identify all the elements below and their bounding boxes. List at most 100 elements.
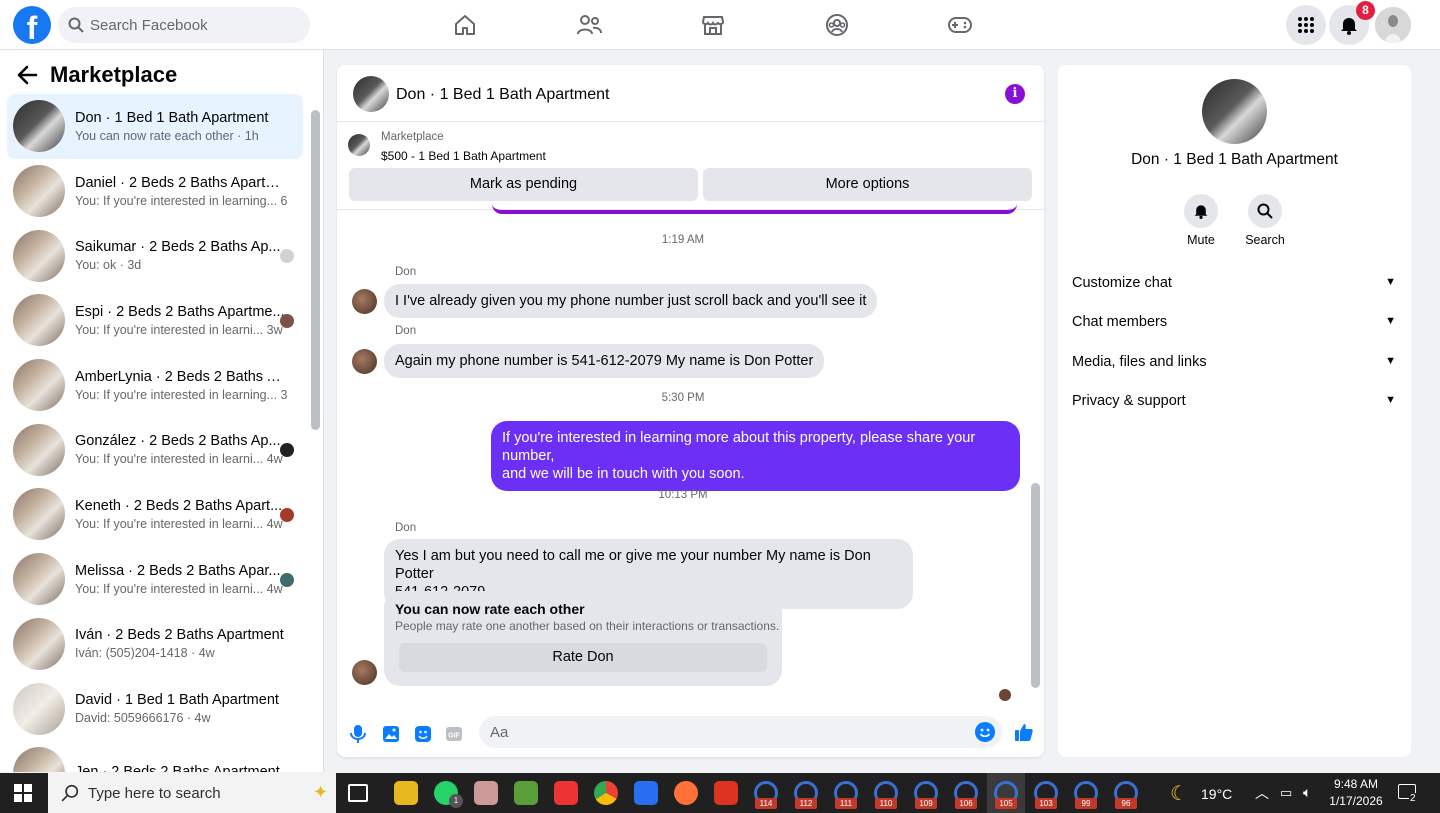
app-icon[interactable] (714, 781, 738, 805)
menu-grid-icon[interactable] (1286, 5, 1326, 45)
conversation-item[interactable]: Keneth · 2 Beds 2 Baths Apart... You: If … (7, 482, 303, 547)
file-explorer-icon[interactable] (394, 781, 418, 805)
shield-app-icon[interactable] (634, 781, 658, 805)
windows-start-icon[interactable] (14, 784, 32, 807)
section-label: Chat members (1072, 314, 1168, 330)
photo-icon[interactable] (380, 723, 402, 745)
conversation-preview: Iván: (505)204-1418 · 4w (75, 646, 215, 661)
profile-avatar[interactable] (1375, 7, 1411, 43)
gaming-icon[interactable] (943, 8, 977, 42)
seen-avatar (999, 689, 1011, 701)
chat-header: Don · 1 Bed 1 Bath Apartment i (337, 65, 1044, 122)
thumbs-up-icon[interactable] (1013, 721, 1035, 743)
sender-name: Don (395, 266, 417, 278)
conversation-item[interactable]: Don · 1 Bed 1 Bath Apartment You can now … (7, 94, 303, 159)
temperature[interactable]: 19°C (1201, 786, 1232, 802)
mark-as-pending-button[interactable]: Mark as pending (349, 168, 698, 201)
info-icon[interactable]: i (1005, 84, 1025, 104)
paint-icon[interactable] (474, 781, 498, 805)
marketplace-sidebar: Marketplace Don · 1 Bed 1 Bath Apartment… (0, 50, 324, 772)
listing-thumbnail (13, 294, 65, 347)
listing-avatar[interactable] (1202, 79, 1267, 144)
listing-thumbnail (13, 100, 65, 153)
chevron-down-icon: ▼ (1385, 276, 1396, 288)
mute-button[interactable]: Mute (1171, 194, 1231, 247)
window-count: 103 (1035, 798, 1057, 809)
conversation-name: Daniel · 2 Beds 2 Baths Apartme... (75, 174, 287, 191)
conversation-item[interactable]: Jen · 2 Beds 2 Baths Apartment (7, 741, 303, 772)
search-conversation-button[interactable]: Search (1235, 194, 1295, 247)
search-placeholder[interactable]: Search Facebook (90, 17, 208, 34)
conversation-item[interactable]: Iván · 2 Beds 2 Baths Apartment Iván: (50… (7, 612, 303, 677)
home-icon[interactable] (448, 8, 482, 42)
microphone-icon[interactable] (347, 723, 369, 745)
friends-icon[interactable] (572, 8, 606, 42)
conversation-item[interactable]: González · 2 Beds 2 Baths Ap... You: If y… (7, 417, 303, 482)
network-icon[interactable]: ▭ (1280, 785, 1292, 801)
clock[interactable]: 9:48 AM 1/17/2026 (1324, 776, 1388, 810)
chat-scrollbar[interactable] (1031, 483, 1040, 688)
sender-avatar[interactable] (352, 349, 377, 374)
conversation-preview: You: If you're interested in learni... 4… (75, 581, 283, 596)
chat-avatar[interactable] (353, 76, 389, 112)
rate-don-button[interactable]: Rate Don (399, 643, 767, 672)
notification-center-count: 2 (1409, 793, 1417, 804)
marketplace-icon[interactable] (696, 8, 730, 42)
more-options-button[interactable]: More options (703, 168, 1032, 201)
message-bubble[interactable]: Again my phone number is 541-612-2079 My… (384, 344, 825, 378)
spreadsheet-icon[interactable] (514, 781, 538, 805)
groups-icon[interactable] (820, 8, 854, 42)
conversation-item[interactable]: Saikumar · 2 Beds 2 Baths Ap... You: ok ·… (7, 223, 303, 288)
mute-label: Mute (1187, 233, 1215, 247)
search-icon (1248, 194, 1282, 228)
message-bubble[interactable]: I I've already given you my phone number… (384, 284, 878, 318)
firefox-icon[interactable] (674, 781, 698, 805)
anydesk-icon[interactable] (554, 781, 578, 805)
section-label: Privacy & support (1072, 393, 1186, 409)
notifications-button[interactable]: 8 (1329, 1, 1375, 45)
chevron-up-icon[interactable]: ︿ (1255, 783, 1269, 803)
message-line: If you're interested in learning more ab… (502, 430, 976, 464)
conversation-item[interactable]: Daniel · 2 Beds 2 Baths Apartme... You: I… (7, 159, 303, 224)
taskbar-search-placeholder[interactable]: Type here to search (88, 785, 221, 802)
sticker-icon[interactable] (412, 723, 434, 745)
sender-avatar[interactable] (352, 289, 377, 314)
message-line: and we will be in touch with you soon. (502, 466, 745, 482)
sender-avatar[interactable] (352, 660, 377, 685)
sidebar-header: Marketplace (16, 62, 177, 88)
conversation-item[interactable]: Espi · 2 Beds 2 Baths Apartme... You: If … (7, 288, 303, 353)
chrome-icon[interactable] (594, 781, 618, 805)
listing-thumbnail (13, 617, 65, 670)
taskbar-search[interactable]: Type here to search ✦ (48, 773, 336, 813)
moon-weather-icon[interactable]: ☾ (1170, 781, 1188, 806)
chat-title[interactable]: Don · 1 Bed 1 Bath Apartment (396, 86, 609, 104)
emoji-icon[interactable] (975, 722, 995, 742)
chat-members-section[interactable]: Chat members ▼ (1072, 314, 1396, 334)
seen-avatar (280, 508, 294, 523)
task-view-icon[interactable] (348, 784, 368, 802)
listing-thumbnail (13, 747, 65, 772)
conversation-name: Iván · 2 Beds 2 Baths Apartment (75, 627, 284, 644)
volume-icon[interactable]: 🔈︎ (1303, 784, 1311, 801)
conversation-item[interactable]: David · 1 Bed 1 Bath Apartment David: 505… (7, 676, 303, 741)
sidebar-scrollbar[interactable] (311, 110, 320, 430)
back-arrow-icon[interactable] (16, 64, 38, 86)
conversation-name: AmberLynia · 2 Beds 2 Baths Ap... (75, 368, 287, 385)
facebook-logo[interactable]: f (13, 6, 51, 44)
conversation-item[interactable]: AmberLynia · 2 Beds 2 Baths Ap... You: If… (7, 353, 303, 418)
listing-banner: Marketplace $500 - 1 Bed 1 Bath Apartmen… (337, 122, 1044, 210)
my-message-bubble[interactable]: If you're interested in learning more ab… (491, 421, 1020, 491)
input-placeholder[interactable]: Aa (490, 724, 508, 741)
search-bar[interactable]: Search Facebook (58, 7, 310, 43)
conversation-name: Don · 1 Bed 1 Bath Apartment (75, 109, 269, 126)
media-files-links-section[interactable]: Media, files and links ▼ (1072, 354, 1396, 374)
listing-thumbnail[interactable] (348, 134, 370, 156)
conversation-item[interactable]: Melissa · 2 Beds 2 Baths Apar... You: If … (7, 547, 303, 612)
message-input[interactable]: Aa (479, 716, 1002, 748)
gif-icon[interactable]: GIF (443, 723, 465, 745)
customize-chat-section[interactable]: Customize chat ▼ (1072, 275, 1396, 295)
listing-price[interactable]: $500 - 1 Bed 1 Bath Apartment (381, 149, 546, 163)
privacy-support-section[interactable]: Privacy & support ▼ (1072, 393, 1396, 413)
chevron-down-icon: ▼ (1385, 394, 1396, 406)
window-count: 96 (1115, 798, 1137, 809)
